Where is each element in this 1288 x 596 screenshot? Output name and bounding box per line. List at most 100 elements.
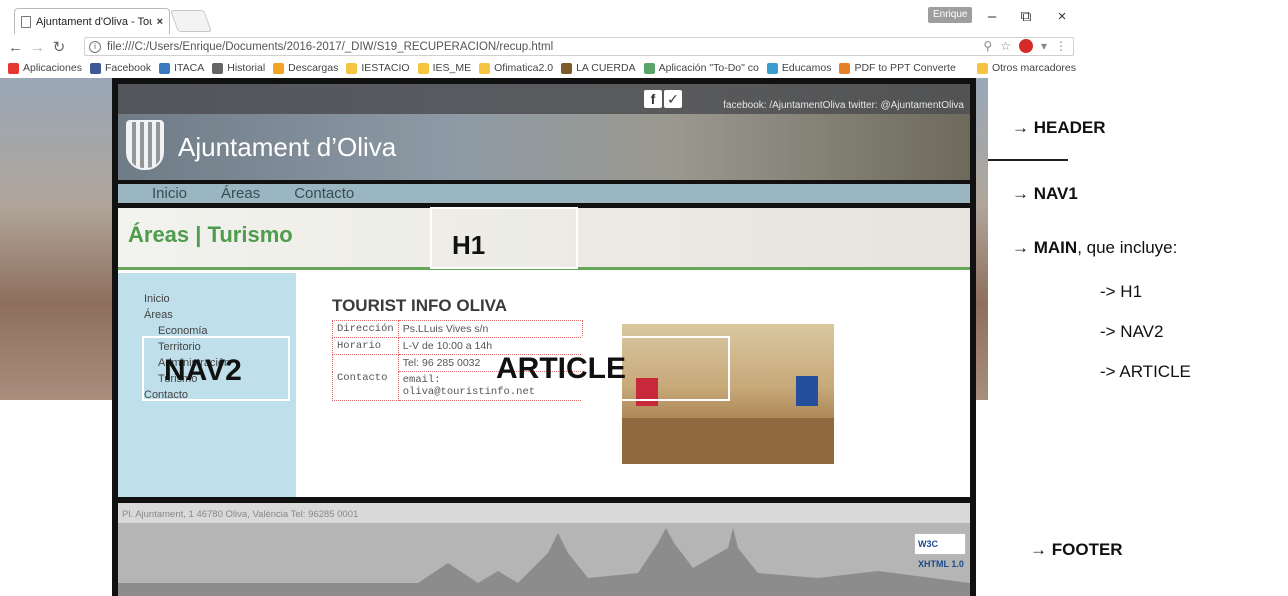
bookmark-item[interactable]: Facebook — [89, 62, 152, 74]
annotation-main-item-h1: -> H1 — [1100, 282, 1143, 301]
user-badge[interactable]: Enrique — [928, 7, 973, 23]
bookmark-icon — [8, 62, 19, 74]
zoom-icon[interactable]: ⚲ — [983, 39, 992, 53]
bookmark-label: IESTACIO — [361, 62, 410, 74]
twitter-icon[interactable]: ✓ — [664, 90, 682, 108]
nav1-item-inicio[interactable]: Inicio — [152, 185, 187, 202]
restore-icon[interactable]: ⧉ — [1016, 8, 1036, 25]
bookmark-icon — [479, 62, 491, 74]
site-title: Ajuntament d’Oliva — [178, 132, 397, 162]
screenshot: Ajuntament d'Oliva - Tou × Enrique – ⧉ ×… — [0, 0, 1288, 596]
page-heading: Áreas | Turismo — [128, 222, 293, 247]
bookmark-label: Descargas — [288, 62, 339, 74]
nav1-item-contacto[interactable]: Contacto — [294, 185, 354, 202]
bookmark-label: Facebook — [104, 62, 152, 74]
bookmark-icon — [159, 62, 171, 74]
arrow-icon: → — [1012, 238, 1029, 257]
bookmark-label: ITACA — [174, 62, 205, 74]
extension-icon[interactable]: ▾ — [1041, 39, 1047, 53]
address-bar-row: ← → ↻ i file:///C:/Users/Enrique/Documen… — [0, 36, 1080, 58]
browser-tab[interactable]: Ajuntament d'Oliva - Tou × — [14, 8, 170, 34]
h1-overlay-label: H1 — [452, 230, 486, 260]
annotation-divider — [988, 159, 1068, 161]
adblock-icon[interactable] — [1018, 39, 1033, 53]
bookmark-item[interactable]: Historial — [212, 62, 265, 74]
bookmark-item[interactable]: Aplicación "To-Do" co — [643, 62, 759, 74]
annotation-main-label: MAIN — [1033, 238, 1078, 257]
bookmark-label: PDF to PPT Converte — [854, 62, 956, 74]
bookmark-icon — [346, 62, 358, 74]
nav2-overlay-label: NAV2 — [164, 354, 242, 387]
bookmark-label: Aplicación "To-Do" co — [658, 62, 759, 74]
close-window-icon[interactable]: × — [1052, 8, 1072, 25]
page-icon — [21, 15, 31, 28]
social-icons: f ✓ — [644, 90, 682, 108]
bookmarks-bar: Aplicaciones Facebook ITACA Historial Descar… — [0, 58, 1080, 78]
bookmark-label: LA CUERDA — [576, 62, 636, 74]
arrow-icon: → — [1012, 184, 1029, 203]
annotation-footer-label: FOOTER — [1051, 540, 1123, 559]
bookmark-item[interactable]: Ofimatica2.0 — [479, 62, 553, 74]
header-social-text: facebook: /AjuntamentOliva twitter: @Aju… — [723, 100, 964, 111]
bookmark-item[interactable]: PDF to PPT Converte — [839, 62, 956, 74]
url-field[interactable]: i file:///C:/Users/Enrique/Documents/201… — [84, 37, 1074, 56]
browser-tabbar: Ajuntament d'Oliva - Tou × Enrique – ⧉ × — [0, 0, 1080, 36]
annotation-main-rest: , que incluye: — [1077, 238, 1178, 257]
arrow-icon: → — [1030, 540, 1047, 559]
bookmark-label: Aplicaciones — [23, 62, 82, 74]
forward-icon[interactable]: → — [30, 39, 45, 56]
facebook-icon[interactable]: f — [644, 90, 662, 108]
bookmark-item[interactable]: Descargas — [273, 62, 338, 74]
tab-close-icon[interactable]: × — [157, 16, 163, 28]
annotation-header-label: HEADER — [1033, 118, 1106, 137]
nav1-menu: Inicio Áreas Contacto — [118, 180, 970, 208]
bookmark-label: Educamos — [781, 62, 832, 74]
minimize-icon[interactable]: – — [982, 8, 1002, 25]
bookmark-icon — [212, 62, 224, 74]
other-bookmarks-label: Otros marcadores — [991, 62, 1076, 74]
contacto-label: Contacto — [332, 354, 399, 401]
bookmark-icon — [89, 62, 101, 74]
annotation-main-item-article: -> ARTICLE — [1100, 362, 1191, 381]
direccion-label: Dirección — [332, 320, 399, 338]
nav2-item-inicio[interactable]: Inicio — [144, 291, 296, 307]
bookmark-label: IES_ME — [432, 62, 472, 74]
nav1-item-areas[interactable]: Áreas — [221, 185, 260, 202]
bookmark-item[interactable]: IESTACIO — [346, 62, 410, 74]
horario-label: Horario — [332, 337, 399, 355]
info-icon[interactable]: i — [89, 40, 101, 53]
site-footer: Pl. Ajuntament, 1 46780 Oliva, València … — [118, 497, 970, 596]
footer-skyline: W3C XHTML 1.0 — [118, 523, 970, 596]
annotation-header: → HEADER — [1012, 118, 1106, 138]
tab-title: Ajuntament d'Oliva - Tou — [36, 15, 152, 28]
desk-shape — [622, 418, 834, 464]
w3c-badge[interactable]: W3C XHTML 1.0 — [914, 533, 966, 569]
annotation-nav1: → NAV1 — [1012, 184, 1078, 204]
folder-icon — [976, 62, 988, 74]
reload-icon[interactable]: ↻ — [52, 38, 66, 56]
annotation-main: → MAIN, que incluye: — [1012, 238, 1177, 258]
bookmark-item[interactable]: Aplicaciones — [8, 62, 82, 74]
new-tab-button[interactable] — [169, 10, 213, 32]
article-overlay-label: ARTICLE — [496, 352, 626, 385]
annotation-nav1-label: NAV1 — [1033, 184, 1078, 203]
menu-icon[interactable]: ⋮ — [1055, 39, 1067, 53]
article-title: TOURIST INFO OLIVA — [332, 296, 508, 315]
bookmark-item[interactable]: LA CUERDA — [561, 62, 636, 74]
bookmark-icon — [417, 62, 429, 74]
star-icon[interactable]: ☆ — [1000, 39, 1011, 53]
arrow-icon: → — [1012, 118, 1029, 137]
bookmark-item[interactable]: Educamos — [766, 62, 832, 74]
bookmark-item[interactable]: ITACA — [159, 62, 204, 74]
coat-of-arms-logo — [126, 120, 164, 170]
annotation-main-item-nav2: -> NAV2 — [1100, 322, 1164, 341]
direccion-value: Ps.LLuis Vives s/n — [397, 320, 583, 338]
other-bookmarks[interactable]: Otros marcadores — [976, 62, 1076, 74]
skyline-silhouette — [118, 523, 970, 596]
nav2-item-areas[interactable]: Áreas — [144, 307, 296, 323]
back-icon[interactable]: ← — [8, 39, 23, 56]
bookmark-item[interactable]: IES_ME — [417, 62, 472, 74]
bookmark-icon — [643, 62, 655, 74]
url-text: file:///C:/Users/Enrique/Documents/2016-… — [107, 40, 554, 53]
footer-address: Pl. Ajuntament, 1 46780 Oliva, València … — [122, 509, 359, 520]
